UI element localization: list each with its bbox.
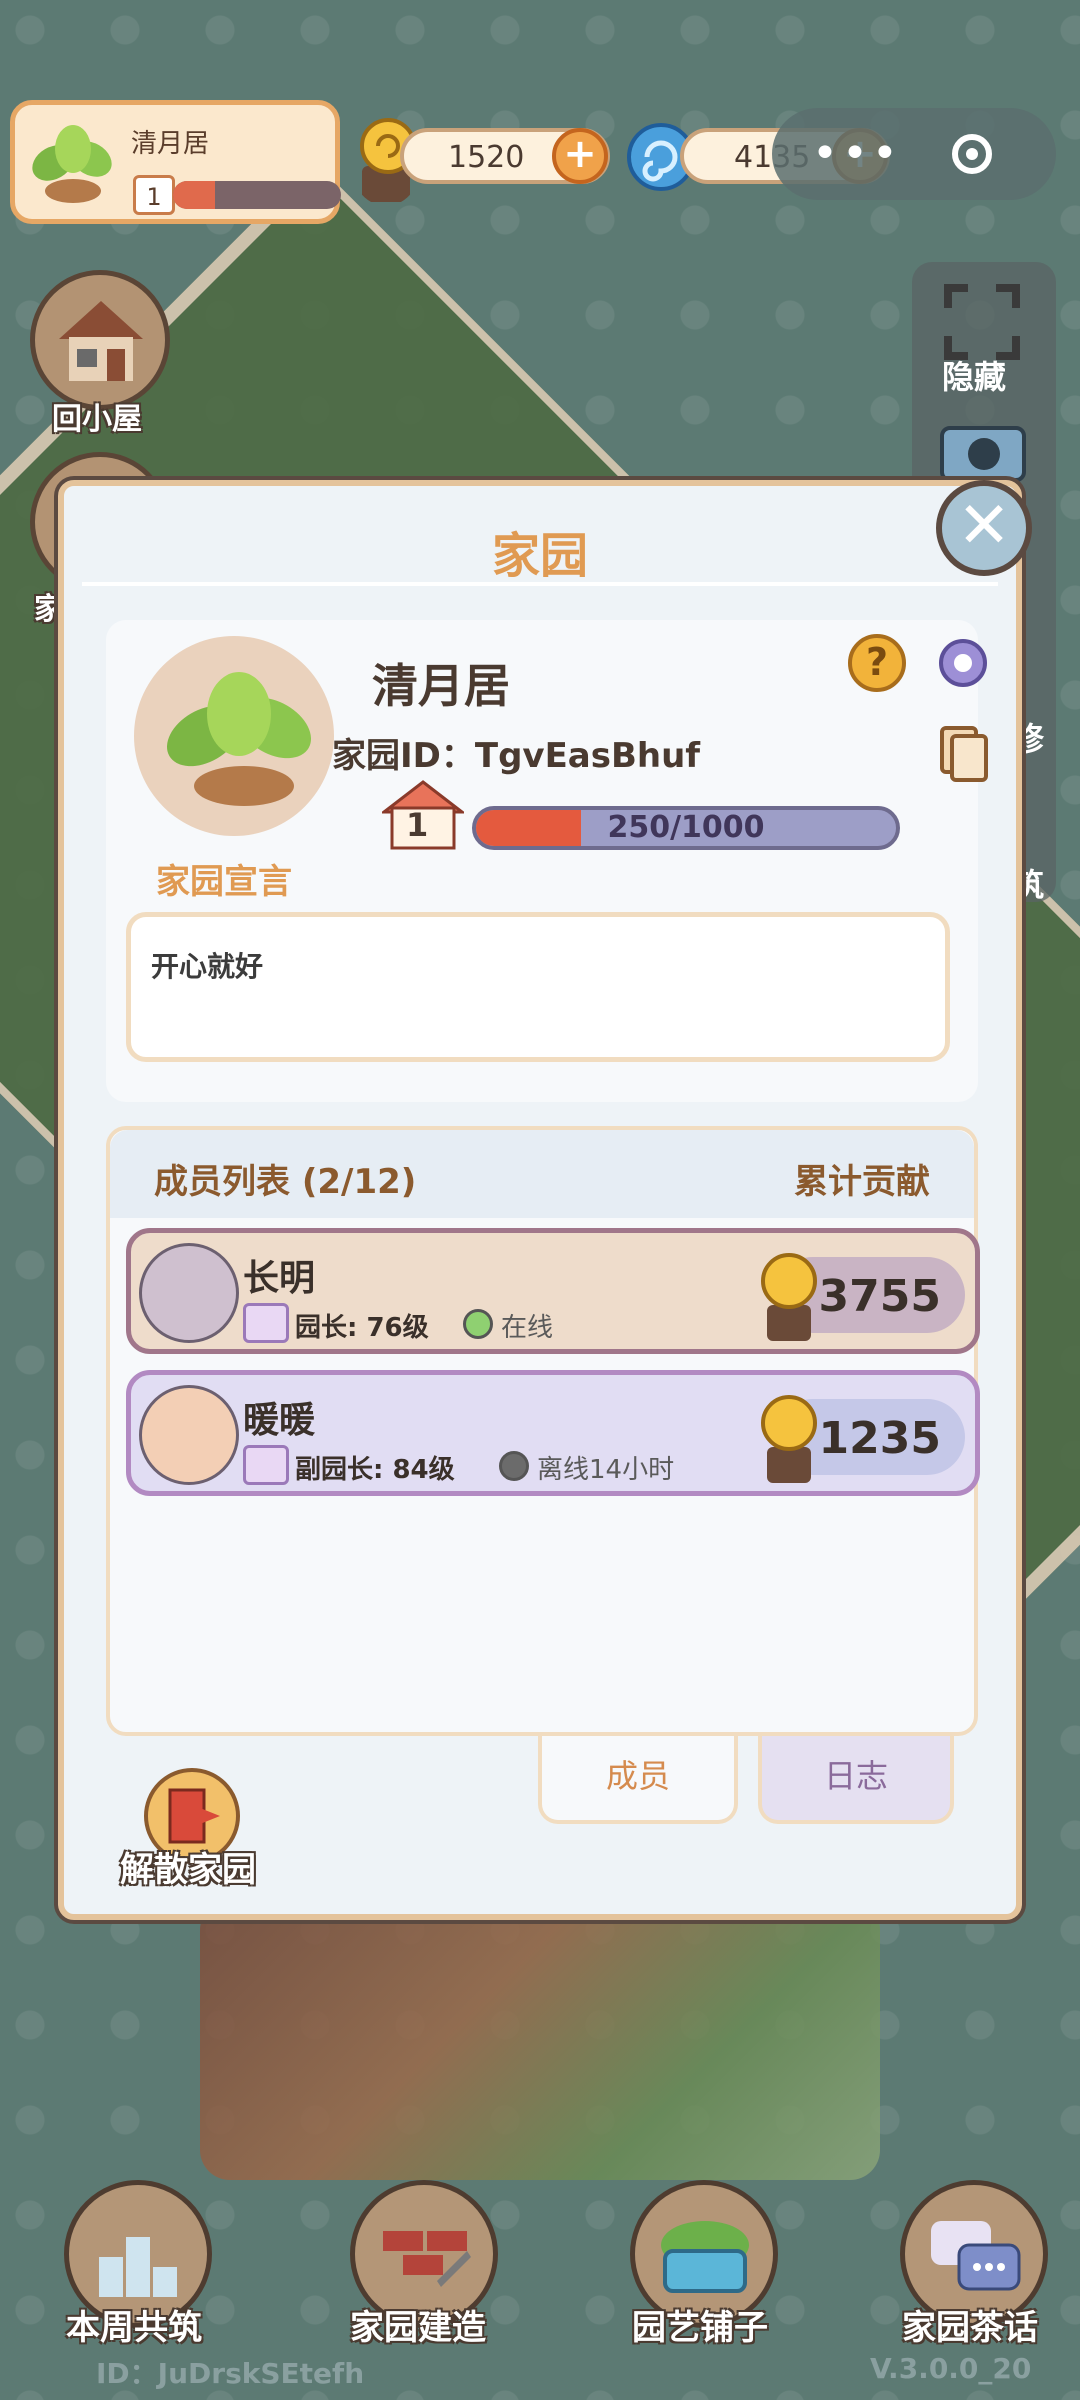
add-snail-button[interactable]: + (552, 128, 608, 184)
back-home-button[interactable] (30, 270, 170, 410)
disband-label: 解散家园 (120, 1850, 256, 1890)
player-id: ID：JuDrskSEtefh (96, 2357, 365, 2390)
snail-icon (761, 1395, 817, 1483)
home-level-bar (173, 181, 341, 209)
title-divider (82, 582, 998, 586)
member-name: 暖暖 (243, 1400, 316, 1441)
member-avatar (139, 1243, 239, 1343)
exp-text: 250/1000 (607, 810, 765, 845)
member-contribution: 3755 (818, 1271, 941, 1322)
member-list-header: 成员列表 (2/12) 累计贡献 (110, 1130, 974, 1218)
home-id-value: TgvEasBhuf (474, 736, 701, 776)
home-dialog: 家园 清月居 ? 家园ID：TgvEasBhuf 1 250/1000 家园宣言… (58, 480, 1022, 1920)
crown-badge-icon (243, 1445, 289, 1485)
back-home-label: 回小屋 (52, 402, 142, 437)
member-list-card: 成员列表 (2/12) 累计贡献 长明 园长: 76级 在线 3755 暖暖 副… (106, 1126, 980, 1736)
chat-bubbles-icon (931, 2221, 1021, 2291)
plant-icon (167, 672, 311, 806)
garden-decorations (200, 1900, 880, 2180)
member-role: 园长: 76级 (295, 1313, 429, 1343)
declaration-text: 开心就好 (151, 950, 264, 983)
hide-ui-icon[interactable] (942, 282, 1022, 362)
snail-currency-value: 1520 (448, 140, 525, 175)
snail-icon (761, 1253, 817, 1341)
member-row[interactable]: 长明 园长: 76级 在线 3755 (126, 1228, 980, 1354)
offline-status-icon (499, 1451, 529, 1481)
member-row[interactable]: 暖暖 副园长: 84级 离线14小时 1235 (126, 1370, 980, 1496)
dialog-title: 家园 (491, 528, 588, 584)
weekly-build-label: 本周共筑 (66, 2308, 202, 2348)
home-name: 清月居 (131, 129, 210, 159)
member-contribution: 1235 (818, 1413, 941, 1464)
home-level: 1 (133, 175, 175, 215)
podium-icon (99, 2237, 177, 2297)
close-dialog-button[interactable]: ✕ (936, 480, 1032, 576)
help-button[interactable]: ? (848, 634, 906, 692)
house-icon (59, 301, 143, 381)
plant-icon (32, 125, 112, 203)
member-list-title: 成员列表 (2/12) (154, 1162, 417, 1202)
tab-log[interactable]: 日志 (758, 1736, 954, 1824)
planter-icon (661, 2221, 749, 2293)
settings-gear-icon[interactable] (934, 634, 992, 692)
member-status: 离线14小时 (537, 1455, 675, 1485)
home-chat-label: 家园茶话 (902, 2308, 1038, 2348)
copy-icon[interactable] (938, 724, 990, 784)
home-chip[interactable]: 清月居 1 (10, 100, 341, 224)
member-status: 在线 (501, 1313, 554, 1343)
more-dots-icon[interactable]: ••• (812, 128, 902, 179)
home-name: 清月居 (372, 659, 510, 713)
declaration-box[interactable]: 开心就好 (126, 912, 950, 1062)
home-avatar (134, 636, 334, 836)
bricks-icon (383, 2231, 471, 2287)
home-info-card: 清月居 ? 家园ID：TgvEasBhuf 1 250/1000 家园宣言 开心… (106, 620, 988, 1102)
snail-currency: 1520 + (400, 128, 610, 184)
home-build-label: 家园建造 (350, 2308, 486, 2348)
home-id-row: 家园ID：TgvEasBhuf (332, 728, 700, 777)
crown-badge-icon (243, 1303, 289, 1343)
home-level-bar-fill (173, 181, 215, 209)
garden-shop-label: 园艺铺子 (632, 2308, 768, 2348)
declaration-label: 家园宣言 (156, 862, 292, 902)
hide-label: 隐藏 (942, 358, 1007, 396)
home-level-number: 1 (406, 806, 429, 844)
online-status-icon (463, 1309, 493, 1339)
member-role: 副园长: 84级 (295, 1455, 455, 1485)
tab-members[interactable]: 成员 (538, 1736, 738, 1824)
member-name: 长明 (243, 1258, 316, 1299)
version-text: V.3.0.0_20 (870, 2352, 1032, 2385)
mini-program-capsule: ••• (772, 108, 1056, 200)
camera-icon[interactable] (938, 414, 1028, 484)
home-id-label: 家园ID： (332, 736, 475, 776)
contribution-header: 累计贡献 (794, 1162, 930, 1202)
exp-bar: 250/1000 (472, 806, 900, 850)
close-miniapp-icon[interactable] (952, 134, 992, 174)
member-avatar (139, 1385, 239, 1485)
